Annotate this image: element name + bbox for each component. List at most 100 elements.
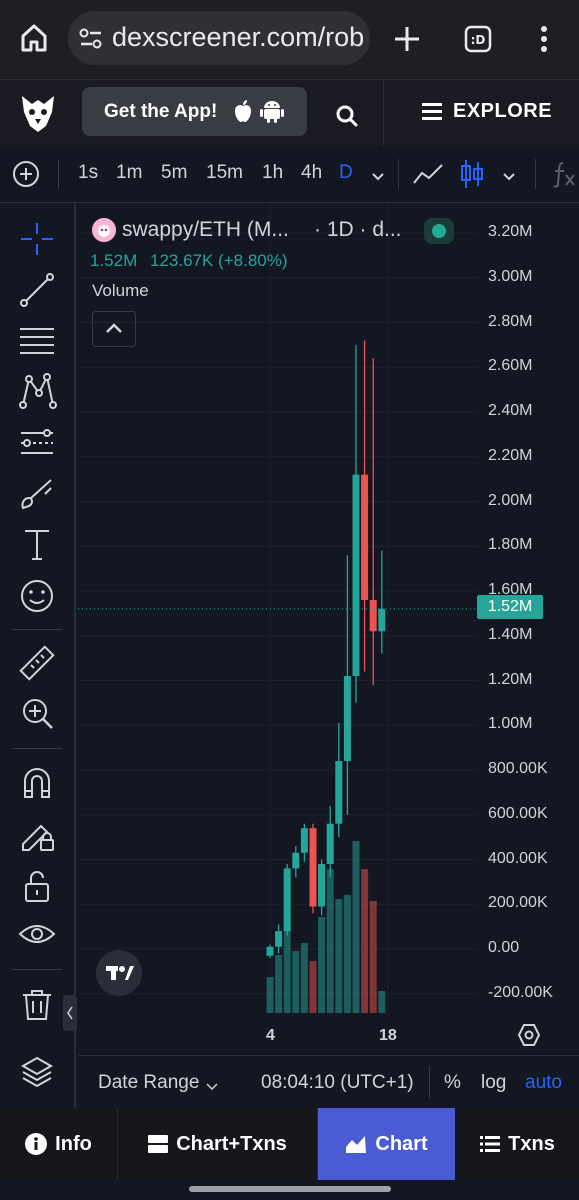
candle-body: [352, 474, 360, 677]
price-tick-label: 400.00K: [488, 849, 548, 867]
layers-icon[interactable]: [17, 1052, 57, 1092]
price-tick-label: 3.20M: [488, 223, 533, 240]
timeframe-1h[interactable]: 1h: [262, 162, 283, 184]
volume-bar: [343, 895, 351, 1013]
tab-chart-txns-label: Chart+Txns: [176, 1132, 287, 1155]
time-label: 4: [266, 1027, 275, 1044]
url-text: dexscreener.com/rob: [112, 22, 365, 52]
home-icon[interactable]: [20, 23, 48, 53]
trend-line-icon[interactable]: [17, 270, 57, 310]
browser-menu-icon[interactable]: [538, 24, 550, 54]
candle-body: [343, 676, 351, 762]
line-chart-type-icon[interactable]: [412, 161, 444, 187]
legend-change: 123.67K (+8.80%): [150, 251, 288, 270]
emoji-icon[interactable]: [17, 576, 57, 616]
tab-txns-label: Txns: [508, 1132, 555, 1155]
horizontal-lines-icon[interactable]: [17, 321, 57, 361]
site-settings-icon[interactable]: [79, 28, 103, 50]
tab-chart-label: Chart: [375, 1132, 428, 1155]
time-axis[interactable]: [78, 1018, 478, 1054]
timeframe-4h[interactable]: 4h: [301, 162, 322, 184]
forecast-icon[interactable]: [17, 423, 57, 463]
text-tool-icon[interactable]: [17, 525, 57, 565]
collapse-legend-button[interactable]: [92, 311, 136, 347]
date-range-button[interactable]: Date Range: [98, 1072, 199, 1094]
tab-txns[interactable]: Txns: [456, 1108, 579, 1180]
eye-icon[interactable]: [17, 914, 57, 954]
candle-body: [266, 946, 274, 956]
volume-bar: [352, 841, 360, 1013]
add-symbol-icon[interactable]: [12, 160, 40, 188]
clock-timezone[interactable]: 08:04:10 (UTC+1): [261, 1072, 414, 1094]
indicators-fx-icon[interactable]: [551, 160, 577, 188]
tab-chart[interactable]: Chart: [318, 1108, 455, 1180]
split-view-icon: [148, 1135, 169, 1153]
new-tab-icon[interactable]: [393, 25, 421, 53]
tab-switcher-icon[interactable]: :D: [463, 24, 493, 54]
chevron-down-icon[interactable]: [371, 169, 385, 181]
timeframe-1m[interactable]: 1m: [116, 162, 142, 184]
info-icon: [25, 1133, 48, 1155]
volume-bar: [326, 869, 334, 1013]
volume-bar: [292, 951, 300, 1013]
tools-divider: [12, 748, 62, 749]
price-tick-label: 2.40M: [488, 402, 533, 419]
volume-bar: [283, 929, 291, 1013]
timeframe-5m[interactable]: 5m: [161, 162, 187, 184]
timeframe-15m[interactable]: 15m: [206, 162, 243, 184]
lock-drawing-icon[interactable]: [17, 814, 57, 854]
candle-body: [275, 931, 283, 947]
tab-info[interactable]: Info: [0, 1108, 118, 1180]
time-label: 18: [379, 1027, 397, 1044]
auto-toggle[interactable]: auto: [525, 1072, 562, 1094]
brush-icon[interactable]: [17, 474, 57, 514]
price-tick-label: 1.40M: [488, 625, 533, 643]
price-tick-label: 2.20M: [488, 446, 533, 464]
candle-body: [292, 852, 300, 869]
collapse-panel-handle[interactable]: [63, 995, 77, 1031]
price-tick-label: 0.00: [488, 939, 520, 956]
search-icon[interactable]: [335, 104, 359, 128]
tab-info-label: Info: [55, 1132, 92, 1155]
gesture-home-bar: [189, 1186, 391, 1192]
area-chart-icon: [346, 1136, 367, 1153]
tools-divider: [12, 969, 62, 970]
chevron-down-icon[interactable]: [502, 169, 516, 181]
price-tick-label: 3.00M: [488, 267, 533, 285]
volume-bar: [335, 899, 343, 1013]
log-toggle[interactable]: log: [481, 1072, 506, 1094]
price-tick-label: 2.80M: [488, 312, 533, 330]
candle-body: [335, 761, 343, 824]
symbol-title[interactable]: swappy/ETH (M...: [122, 218, 289, 242]
candles-chart-type-icon[interactable]: [460, 158, 484, 190]
price-chart[interactable]: [78, 203, 478, 1018]
candle-body: [326, 823, 334, 864]
ruler-icon[interactable]: [17, 643, 57, 683]
crosshair-icon[interactable]: [17, 219, 57, 259]
chevron-down-icon[interactable]: [206, 1078, 218, 1091]
volume-indicator-label[interactable]: Volume: [92, 281, 149, 301]
unlock-icon[interactable]: [17, 866, 57, 906]
volume-bar: [361, 869, 369, 1013]
tradingview-logo-icon[interactable]: [96, 950, 142, 996]
toolbar-divider: [535, 159, 536, 189]
volume-bar: [300, 943, 308, 1013]
price-tick-label: 2.60M: [488, 357, 533, 375]
apple-icon: [232, 98, 254, 124]
candle-body: [283, 868, 291, 932]
tools-divider: [12, 629, 62, 630]
zoom-in-icon[interactable]: [17, 693, 57, 733]
volume-bar: [275, 955, 283, 1013]
chart-settings-icon[interactable]: [517, 1023, 541, 1047]
tab-chart-txns[interactable]: Chart+Txns: [118, 1108, 318, 1180]
trash-icon[interactable]: [17, 985, 57, 1025]
dexscreener-logo-icon[interactable]: [18, 92, 58, 134]
magnet-icon[interactable]: [17, 763, 57, 803]
timeframe-1s[interactable]: 1s: [78, 162, 98, 184]
volume-bar: [266, 977, 274, 1013]
price-tick-label: 1.80M: [488, 536, 533, 554]
percent-toggle[interactable]: %: [444, 1072, 461, 1094]
pattern-icon[interactable]: [17, 371, 57, 411]
timeframe-d[interactable]: D: [339, 162, 353, 184]
price-tick-label: 1.00M: [488, 715, 533, 733]
